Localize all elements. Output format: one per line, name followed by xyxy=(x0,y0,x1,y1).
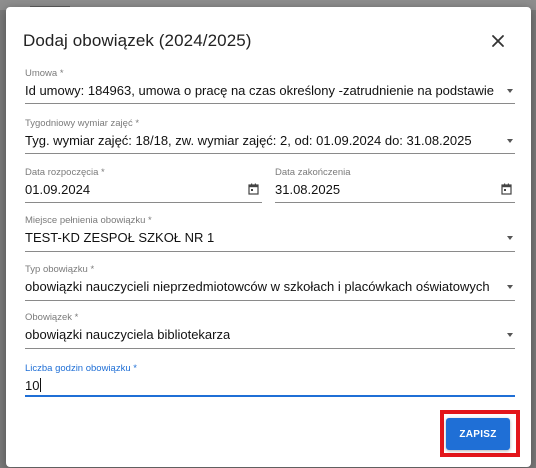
close-icon[interactable] xyxy=(486,29,510,53)
typ-obowiazku-label: Typ obowiązku * xyxy=(25,264,95,275)
liczba-godzin-underline xyxy=(25,395,515,397)
calendar-icon[interactable] xyxy=(501,182,512,200)
typ-obowiazku-underline xyxy=(25,300,515,301)
umowa-value: Id umowy: 184963, umowa o pracę na czas … xyxy=(25,83,495,98)
typ-obowiazku-select[interactable]: Typ obowiązku * obowiązki nauczycieli ni… xyxy=(25,264,515,301)
chevron-down-icon xyxy=(507,89,513,93)
start-date-value: 01.09.2024 xyxy=(25,182,91,197)
liczba-godzin-field[interactable]: 10 xyxy=(25,378,42,393)
miejsce-label: Miejsce pełnienia obowiązku * xyxy=(25,215,152,226)
umowa-underline xyxy=(25,103,515,104)
tygodniowy-wymiar-value: Tyg. wymiar zajęć: 18/18, zw. wymiar zaj… xyxy=(25,133,472,148)
add-duty-dialog: Dodaj obowiązek (2024/2025) Umowa * Id u… xyxy=(6,7,531,467)
obowiazek-underline xyxy=(25,348,515,349)
end-date-field[interactable]: Data zakończenia 31.08.2025 xyxy=(275,167,515,203)
obowiazek-label: Obowiązek * xyxy=(25,312,79,323)
calendar-icon[interactable] xyxy=(248,182,259,200)
miejsce-select[interactable]: Miejsce pełnienia obowiązku * TEST-KD ZE… xyxy=(25,215,515,252)
start-date-underline xyxy=(25,202,262,203)
tygodniowy-wymiar-underline xyxy=(25,153,515,154)
chevron-down-icon xyxy=(507,333,513,337)
liczba-godzin-label: Liczba godzin obowiązku * xyxy=(25,363,137,374)
typ-obowiazku-value: obowiązki nauczycieli nieprzedmiotowców … xyxy=(25,279,490,294)
chevron-down-icon xyxy=(507,285,513,289)
chevron-down-icon xyxy=(507,139,513,143)
obowiazek-select[interactable]: Obowiązek * obowiązki nauczyciela biblio… xyxy=(25,312,515,349)
end-date-value: 31.08.2025 xyxy=(275,182,341,197)
end-date-underline xyxy=(275,202,515,203)
text-cursor xyxy=(40,378,42,392)
save-button[interactable]: ZAPISZ xyxy=(446,418,510,450)
dialog-title: Dodaj obowiązek (2024/2025) xyxy=(23,31,252,50)
miejsce-value: TEST-KD ZESPOŁ SZKOŁ NR 1 xyxy=(25,230,215,245)
end-date-label: Data zakończenia xyxy=(275,167,351,178)
obowiazek-value: obowiązki nauczyciela bibliotekarza xyxy=(25,327,231,342)
chevron-down-icon xyxy=(507,236,513,240)
liczba-godzin-value: 10 xyxy=(25,378,40,393)
start-date-field[interactable]: Data rozpoczęcia * 01.09.2024 xyxy=(25,167,262,203)
umowa-select[interactable]: Umowa * Id umowy: 184963, umowa o pracę … xyxy=(25,68,515,104)
tygodniowy-wymiar-select[interactable]: Tygodniowy wymiar zajęć * Tyg. wymiar za… xyxy=(25,118,515,154)
liczba-godzin-input[interactable]: Liczba godzin obowiązku * 10 xyxy=(25,363,515,397)
tygodniowy-wymiar-label: Tygodniowy wymiar zajęć * xyxy=(25,118,140,129)
start-date-label: Data rozpoczęcia * xyxy=(25,167,105,178)
umowa-label: Umowa * xyxy=(25,68,64,79)
miejsce-underline xyxy=(25,251,515,252)
